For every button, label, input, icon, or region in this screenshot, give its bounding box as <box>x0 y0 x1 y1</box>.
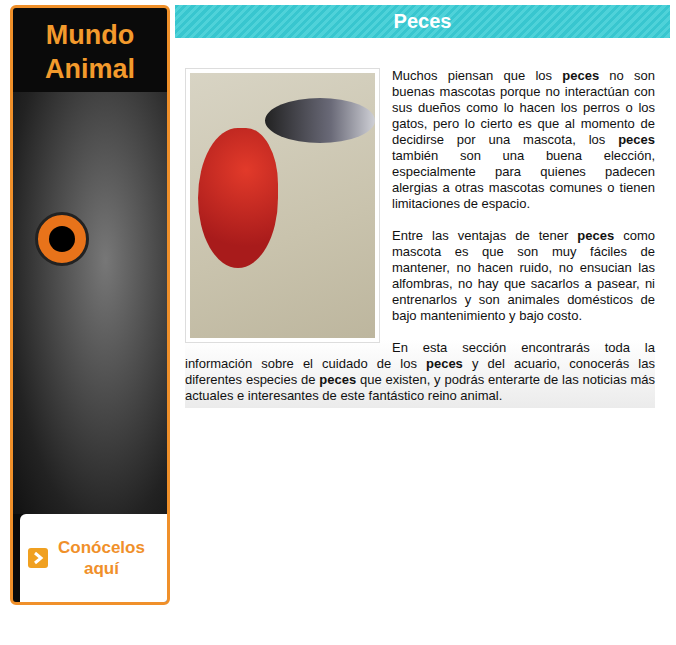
section-title: Peces <box>394 10 452 33</box>
owl-photo <box>13 92 167 514</box>
conocelos-button[interactable]: Conócelosaquí <box>20 514 167 602</box>
article-paragraph: En esta sección encontrarás toda la info… <box>185 340 655 408</box>
owl-eye <box>35 212 89 266</box>
section-header: Peces <box>175 5 670 38</box>
button-label: Conócelosaquí <box>58 537 145 579</box>
fish-photo <box>185 68 380 343</box>
arrow-icon <box>28 548 48 568</box>
content-section: Peces Muchos piensan que los peces no so… <box>175 5 670 424</box>
page: MundoAnimal Conócelosaquí Peces Muchos p… <box>0 0 676 605</box>
mundo-animal-banner[interactable]: MundoAnimal Conócelosaquí <box>10 5 170 605</box>
article: Muchos piensan que los peces no son buen… <box>175 38 670 408</box>
banner-title: MundoAnimal <box>13 8 167 92</box>
